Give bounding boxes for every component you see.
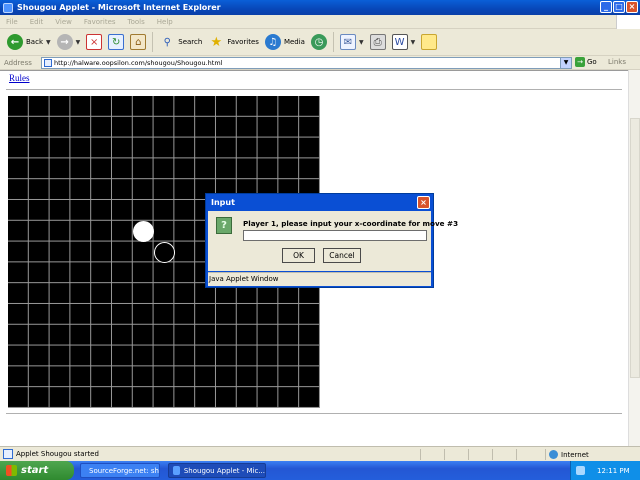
window-title-bar[interactable]: Shougou Applet - Microsoft Internet Expl… <box>0 0 640 15</box>
maximize-button[interactable]: □ <box>613 1 625 13</box>
black-stone <box>153 241 175 263</box>
ok-button[interactable]: OK <box>282 248 315 263</box>
search-label: Search <box>178 38 203 46</box>
white-stone <box>132 220 154 242</box>
coordinate-input[interactable] <box>243 230 427 241</box>
chevron-down-icon[interactable]: ▼ <box>411 39 416 46</box>
input-dialog: Input × ? Player 1, please input your x-… <box>205 193 458 288</box>
task-label: SourceForge.net: sh... <box>89 466 160 475</box>
back-button[interactable]: ← Back ▼ <box>4 31 54 53</box>
menu-favorites[interactable]: Favorites <box>78 18 122 26</box>
question-icon: ? <box>216 217 232 234</box>
stop-button[interactable]: × <box>83 31 105 53</box>
toolbar-separator <box>152 32 154 52</box>
chevron-down-icon[interactable]: ▼ <box>76 39 81 46</box>
menu-help[interactable]: Help <box>151 18 179 26</box>
browser-icon <box>173 466 180 475</box>
page-icon <box>44 59 52 67</box>
task-label: Shougou Applet - Mic... <box>183 466 265 475</box>
taskbar: start SourceForge.net: sh... Shougou App… <box>0 461 640 480</box>
ie-icon <box>3 2 13 13</box>
go-label: Go <box>587 58 597 66</box>
menu-edit[interactable]: Edit <box>24 18 50 26</box>
links-button[interactable]: Links <box>608 58 626 66</box>
menu-file[interactable]: File <box>0 18 24 26</box>
edit-button[interactable]: W ▼ <box>389 31 419 53</box>
favorites-label: Favorites <box>227 38 259 46</box>
home-icon: ⌂ <box>130 34 147 50</box>
taskbar-item-sourceforge[interactable]: SourceForge.net: sh... <box>80 463 160 478</box>
star-icon: ★ <box>210 34 223 50</box>
rules-link[interactable]: Rules <box>9 73 30 83</box>
toolbar: ← Back ▼ → ▼ × ↻ ⌂ ⚲ Search ★ Favorites … <box>0 29 640 56</box>
dialog-title: Input <box>211 198 235 207</box>
edit-page-icon: W <box>391 34 408 50</box>
taskbar-item-shougou[interactable]: Shougou Applet - Mic... <box>168 463 266 478</box>
window-title: Shougou Applet - Microsoft Internet Expl… <box>17 3 221 12</box>
applet-window-label: Java Applet Window <box>208 272 431 286</box>
clock: 12:11 PM <box>597 466 630 475</box>
close-button[interactable]: × <box>626 1 638 13</box>
forward-arrow-icon: → <box>56 34 73 50</box>
windows-logo-icon <box>616 15 640 29</box>
menu-view[interactable]: View <box>49 18 78 26</box>
address-input[interactable]: http://halware.oopsilon.com/shougou/Shou… <box>41 57 572 69</box>
search-icon: ⚲ <box>163 36 171 48</box>
mail-icon: ✉ <box>339 34 356 50</box>
applet-icon <box>3 449 13 459</box>
system-tray: 12:11 PM <box>570 461 640 480</box>
go-button[interactable]: → Go <box>575 57 597 67</box>
status-text: Applet Shougou started <box>16 450 99 458</box>
favorites-button[interactable]: ★ Favorites <box>205 31 262 53</box>
chevron-down-icon[interactable]: ▼ <box>46 39 51 46</box>
dialog-prompt: Player 1, please input your x-coordinate… <box>243 219 459 228</box>
dialog-close-button[interactable]: × <box>417 196 430 209</box>
media-button[interactable]: ♫ Media <box>262 31 308 53</box>
windows-flag-icon <box>6 465 17 476</box>
minimize-button[interactable]: _ <box>600 1 612 13</box>
messenger-button[interactable] <box>418 31 440 53</box>
globe-icon <box>549 450 558 459</box>
forward-button[interactable]: → ▼ <box>54 31 84 53</box>
note-icon <box>421 34 438 50</box>
vertical-scrollbar[interactable] <box>628 70 640 446</box>
history-icon: ◷ <box>310 34 327 50</box>
cancel-button[interactable]: Cancel <box>323 248 361 263</box>
go-arrow-icon: → <box>575 57 585 67</box>
media-label: Media <box>283 38 305 46</box>
divider-top <box>6 89 622 90</box>
printer-icon: ⎙ <box>369 34 386 50</box>
security-zone[interactable]: Internet <box>545 449 589 460</box>
network-icon[interactable] <box>576 466 585 475</box>
status-bar: Applet Shougou started Internet <box>0 446 640 461</box>
divider-bottom <box>6 413 622 414</box>
refresh-button[interactable]: ↻ <box>105 31 127 53</box>
address-bar: Address http://halware.oopsilon.com/shou… <box>0 56 640 70</box>
zone-label: Internet <box>561 450 589 459</box>
chevron-down-icon[interactable]: ▼ <box>359 39 364 46</box>
print-button[interactable]: ⎙ <box>367 31 389 53</box>
stop-icon: × <box>86 34 103 50</box>
back-arrow-icon: ← <box>7 34 23 50</box>
dialog-body: ? Player 1, please input your x-coordina… <box>208 211 458 271</box>
start-button[interactable]: start <box>0 461 74 480</box>
media-icon: ♫ <box>264 34 281 50</box>
refresh-icon: ↻ <box>108 34 125 50</box>
chevron-down-icon[interactable]: ▼ <box>560 58 571 68</box>
home-button[interactable]: ⌂ <box>127 31 149 53</box>
address-label: Address <box>4 58 32 67</box>
address-url[interactable]: http://halware.oopsilon.com/shougou/Shou… <box>54 59 222 67</box>
status-cells <box>420 449 540 460</box>
search-button[interactable]: ⚲ Search <box>156 31 205 53</box>
menu-bar: File Edit View Favorites Tools Help <box>0 15 640 29</box>
history-button[interactable]: ◷ <box>308 31 330 53</box>
back-label: Back <box>26 38 43 46</box>
mail-button[interactable]: ✉ ▼ <box>337 31 367 53</box>
start-label: start <box>21 465 49 476</box>
scrollbar-thumb[interactable] <box>630 118 640 378</box>
menu-tools[interactable]: Tools <box>122 18 151 26</box>
toolbar-separator <box>332 32 334 52</box>
